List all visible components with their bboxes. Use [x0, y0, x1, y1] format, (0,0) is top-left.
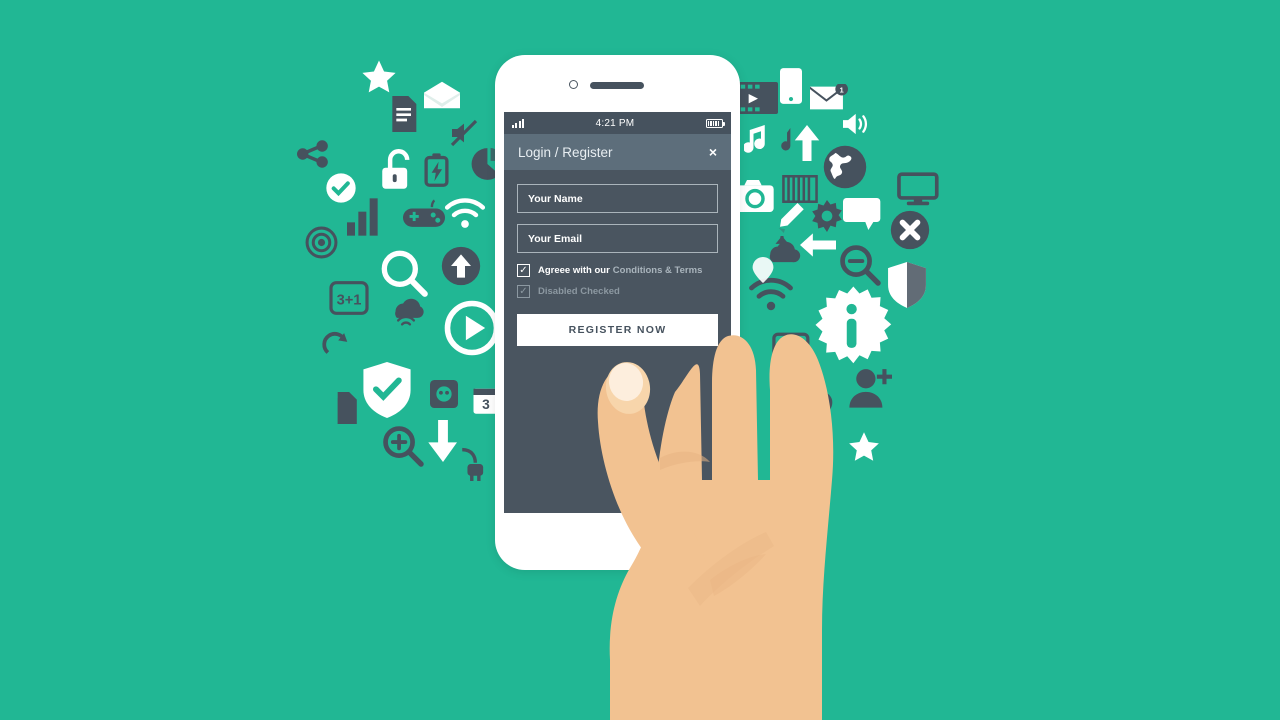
x-circle-icon — [890, 210, 930, 250]
arrow-left-icon — [800, 232, 836, 258]
modal-title: Login / Register — [518, 144, 613, 160]
agree-terms-checkbox[interactable]: ✓ — [517, 264, 530, 277]
file-icon — [331, 392, 357, 424]
modal-header: Login / Register × — [504, 134, 731, 170]
hand-holding-phone — [560, 330, 890, 720]
music-note-icon — [775, 128, 793, 156]
disabled-checked-label: Disabled Checked — [538, 286, 620, 297]
pencil-icon — [776, 203, 804, 233]
agree-terms-label: Agreee with our — [538, 265, 610, 276]
bar-chart-icon — [347, 198, 379, 236]
your-name-input[interactable] — [517, 184, 718, 213]
svg-text:3+1: 3+1 — [337, 293, 362, 309]
close-icon[interactable]: × — [709, 145, 717, 159]
status-bar: 4:21 PM — [504, 112, 731, 134]
cloud-wifi-icon — [386, 293, 426, 327]
search-icon — [379, 248, 429, 298]
front-camera-icon — [569, 80, 578, 89]
plug-icon — [457, 447, 491, 481]
earpiece-speaker — [590, 82, 644, 89]
refresh-icon — [322, 330, 350, 360]
disabled-checked-row: ✓ Disabled Checked — [517, 285, 718, 298]
arrow-up-circle-icon — [441, 246, 481, 286]
badge-3plus1: 3+1 — [329, 280, 369, 316]
film-icon — [738, 82, 778, 114]
shield-icon — [888, 262, 926, 308]
pin-icon — [752, 257, 774, 283]
chat-icon — [843, 198, 883, 230]
target-icon — [305, 226, 338, 259]
star-icon — [360, 58, 398, 96]
tablet-icon — [780, 68, 802, 104]
battery-icon — [705, 118, 725, 128]
play-circle-icon — [444, 300, 500, 356]
arrow-up-icon — [794, 125, 820, 161]
mail-badge-icon: 1 — [810, 84, 848, 112]
zoom-in-icon — [381, 424, 425, 468]
wifi-icon — [443, 196, 487, 230]
download-arrow-icon — [427, 420, 459, 462]
svg-text:3: 3 — [482, 397, 490, 412]
document-icon — [388, 96, 418, 132]
phone-top-bezel — [495, 55, 740, 112]
your-email-input[interactable] — [517, 224, 718, 253]
camera-icon — [736, 180, 774, 212]
gamepad-icon — [403, 198, 445, 232]
envelope-icon — [424, 80, 460, 110]
shield-check-icon — [363, 362, 411, 418]
registration-form: ✓ Agreee with our Conditions & Terms ✓ D… — [504, 170, 731, 346]
signal-bars-icon — [512, 118, 524, 128]
battery-bolt-icon — [424, 152, 449, 188]
piano-icon — [782, 175, 818, 203]
speaker-icon — [840, 110, 874, 138]
share-icon — [297, 140, 329, 168]
monitor-icon — [897, 172, 939, 206]
status-bar-time: 4:21 PM — [595, 117, 635, 129]
disabled-checkbox: ✓ — [517, 285, 530, 298]
gear-icon — [811, 200, 843, 232]
agree-terms-row[interactable]: ✓ Agreee with our Conditions & Terms — [517, 264, 718, 277]
outlet-icon — [430, 380, 458, 408]
unlock-icon — [380, 148, 416, 190]
music-note-icon — [744, 125, 768, 155]
globe-icon — [823, 145, 867, 189]
conditions-terms-link[interactable]: Conditions & Terms — [613, 265, 703, 276]
